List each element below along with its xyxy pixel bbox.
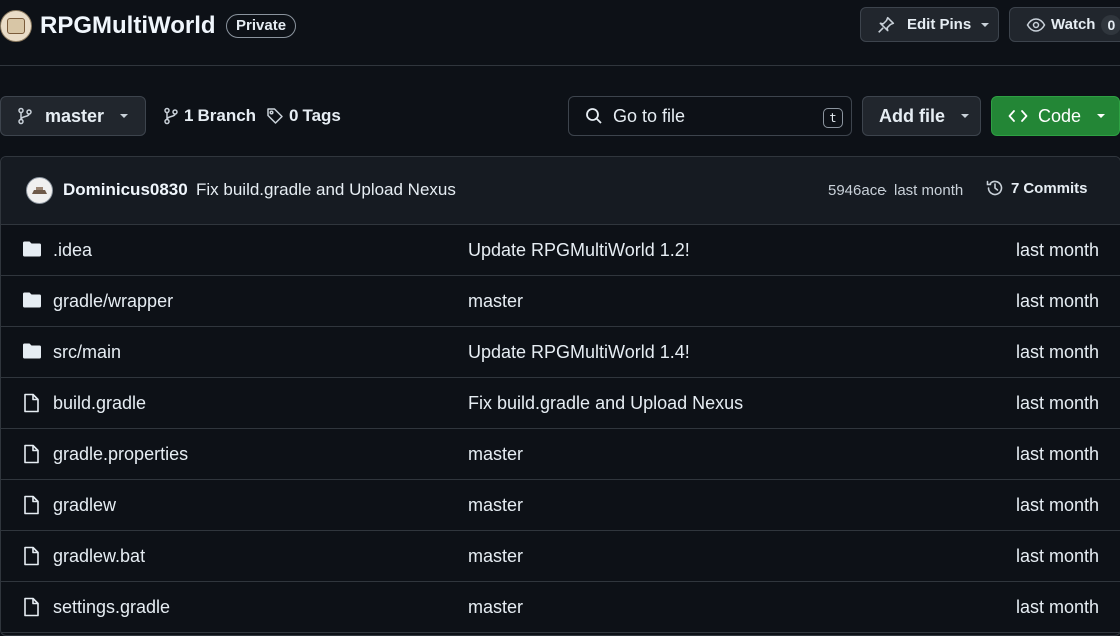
file-icon bbox=[22, 444, 40, 464]
repo-header: RPGMultiWorld Private Edit Pins Watch 0 bbox=[0, 0, 1120, 66]
edit-pins-button[interactable]: Edit Pins bbox=[860, 7, 999, 42]
commits-link[interactable]: 7 Commits bbox=[985, 178, 1088, 198]
file-commit-message-link[interactable]: master bbox=[468, 597, 523, 618]
tags-link[interactable]: 0 Tags bbox=[266, 106, 341, 126]
commit-separator: · bbox=[883, 182, 888, 199]
commits-label: Commits bbox=[1023, 179, 1088, 197]
file-commit-time: last month bbox=[1015, 444, 1099, 464]
file-commit-time: last month bbox=[1015, 393, 1099, 413]
file-commit-time: last month bbox=[1015, 597, 1099, 617]
commit-author-avatar[interactable] bbox=[26, 177, 53, 204]
file-name-link[interactable]: build.gradle bbox=[53, 393, 146, 414]
file-commit-message-link[interactable]: Fix build.gradle and Upload Nexus bbox=[468, 393, 743, 414]
branch-count: 1 bbox=[184, 106, 194, 125]
search-placeholder: Go to file bbox=[613, 105, 686, 126]
watch-count: 0 bbox=[1101, 14, 1120, 35]
file-commit-time: last month bbox=[1015, 495, 1099, 515]
owner-avatar[interactable] bbox=[0, 10, 32, 42]
file-row[interactable]: gradle.properties master last month bbox=[1, 429, 1120, 480]
file-commit-time: last month bbox=[1015, 546, 1099, 566]
tag-label: Tags bbox=[302, 106, 341, 125]
file-commit-time: last month bbox=[1015, 342, 1099, 362]
tag-count: 0 bbox=[289, 106, 299, 125]
history-icon bbox=[985, 178, 1005, 198]
file-icon bbox=[22, 495, 40, 515]
go-to-file-input[interactable]: Go to file t bbox=[568, 96, 852, 136]
file-row[interactable]: .idea Update RPGMultiWorld 1.2! last month bbox=[1, 225, 1120, 276]
file-row[interactable]: settings.gradle master last month bbox=[1, 582, 1120, 633]
file-name-link[interactable]: settings.gradle bbox=[53, 597, 170, 618]
file-commit-message-link[interactable]: master bbox=[468, 291, 523, 312]
file-name-link[interactable]: gradlew bbox=[53, 495, 116, 516]
code-button[interactable]: Code bbox=[991, 96, 1120, 136]
chevron-down-icon bbox=[1095, 110, 1107, 122]
file-row[interactable]: gradlew.bat master last month bbox=[1, 531, 1120, 582]
tag-icon bbox=[266, 107, 284, 125]
branches-link[interactable]: 1 Branch bbox=[163, 106, 256, 126]
commits-count: 7 bbox=[1011, 179, 1020, 197]
repo-toolbar: master 1 Branch 0 Tags Go to file t Add … bbox=[0, 96, 1120, 136]
branch-label: Branch bbox=[197, 106, 257, 125]
file-commit-message-link[interactable]: master bbox=[468, 495, 523, 516]
file-commit-message-link[interactable]: Update RPGMultiWorld 1.2! bbox=[468, 240, 690, 261]
file-name-link[interactable]: .idea bbox=[53, 240, 92, 261]
commit-hash[interactable]: 5946ace bbox=[828, 182, 886, 199]
file-name-link[interactable]: gradle.properties bbox=[53, 444, 188, 465]
file-commit-message-link[interactable]: Update RPGMultiWorld 1.4! bbox=[468, 342, 690, 363]
eye-icon bbox=[1026, 17, 1046, 33]
chevron-down-icon bbox=[979, 19, 991, 31]
watch-label: Watch bbox=[1051, 16, 1096, 33]
search-icon bbox=[585, 107, 603, 125]
chevron-down-icon bbox=[118, 110, 130, 122]
chevron-down-icon bbox=[959, 110, 971, 122]
file-name-link[interactable]: gradle/wrapper bbox=[53, 291, 173, 312]
commit-message[interactable]: Fix build.gradle and Upload Nexus bbox=[196, 180, 456, 200]
folder-icon bbox=[22, 291, 42, 309]
file-icon bbox=[22, 597, 40, 617]
visibility-badge: Private bbox=[226, 14, 297, 38]
add-file-button[interactable]: Add file bbox=[862, 96, 981, 136]
file-icon bbox=[22, 546, 40, 566]
edit-pins-label: Edit Pins bbox=[907, 16, 972, 33]
folder-icon bbox=[22, 342, 42, 360]
file-name-link[interactable]: src/main bbox=[53, 342, 121, 363]
branch-selector[interactable]: master bbox=[0, 96, 146, 136]
file-row[interactable]: gradlew master last month bbox=[1, 480, 1120, 531]
commit-author[interactable]: Dominicus0830 bbox=[63, 180, 188, 200]
code-label: Code bbox=[1038, 105, 1082, 126]
repo-title[interactable]: RPGMultiWorld bbox=[40, 12, 216, 40]
git-branch-icon bbox=[163, 107, 179, 125]
file-icon bbox=[22, 393, 40, 413]
file-browser: Dominicus0830 Fix build.gradle and Uploa… bbox=[0, 156, 1120, 636]
file-row[interactable]: build.gradle Fix build.gradle and Upload … bbox=[1, 378, 1120, 429]
watch-button[interactable]: Watch 0 bbox=[1009, 7, 1120, 42]
latest-commit-bar: Dominicus0830 Fix build.gradle and Uploa… bbox=[1, 157, 1120, 225]
pin-icon bbox=[877, 16, 895, 34]
git-branch-icon bbox=[17, 107, 33, 125]
file-list: .idea Update RPGMultiWorld 1.2! last month… bbox=[1, 225, 1120, 633]
add-file-label: Add file bbox=[879, 105, 945, 126]
file-commit-message-link[interactable]: master bbox=[468, 546, 523, 567]
file-commit-time: last month bbox=[1015, 240, 1099, 260]
commit-time: last month bbox=[894, 182, 964, 199]
code-icon bbox=[1008, 108, 1028, 124]
shortcut-key: t bbox=[823, 108, 843, 128]
file-row[interactable]: gradle/wrapper master last month bbox=[1, 276, 1120, 327]
file-commit-message-link[interactable]: master bbox=[468, 444, 523, 465]
branch-name: master bbox=[45, 105, 105, 126]
file-commit-time: last month bbox=[1015, 291, 1099, 311]
folder-icon bbox=[22, 240, 42, 258]
file-row[interactable]: src/main Update RPGMultiWorld 1.4! last mo… bbox=[1, 327, 1120, 378]
file-name-link[interactable]: gradlew.bat bbox=[53, 546, 145, 567]
